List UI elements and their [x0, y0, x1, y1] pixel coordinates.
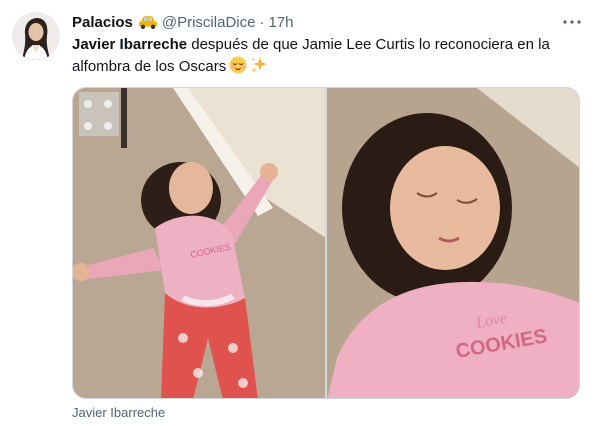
- car-icon: [138, 14, 158, 30]
- tweet-media[interactable]: COOKIES COOKIES Love: [72, 87, 580, 399]
- avatar-image: [12, 12, 60, 60]
- timestamp[interactable]: 17h: [268, 14, 293, 31]
- user-handle[interactable]: @PriscilaDice: [162, 14, 256, 31]
- relieved-face-emoji: [229, 56, 247, 81]
- display-name[interactable]: Palacios: [72, 14, 133, 31]
- media-caption: Javier Ibarreche: [72, 405, 166, 420]
- sparkles-emoji: [250, 56, 268, 81]
- tweet-text: Javier Ibarreche después de que Jamie Le…: [72, 34, 577, 81]
- photo-left[interactable]: COOKIES: [73, 88, 325, 398]
- more-options-button[interactable]: [561, 14, 583, 30]
- photo-girl-lying-on-carpet: COOKIES: [73, 88, 325, 398]
- tweet-header: Palacios @PriscilaDice · 17h: [72, 12, 293, 32]
- avatar[interactable]: [12, 12, 60, 60]
- tweet[interactable]: Palacios @PriscilaDice · 17h Javier Ibar…: [0, 0, 601, 426]
- separator-dot: ·: [259, 13, 265, 31]
- photo-girl-closeup: COOKIES Love: [327, 88, 579, 398]
- photo-right[interactable]: COOKIES Love: [327, 88, 579, 398]
- more-horizontal-icon: [563, 20, 581, 24]
- mentioned-name: Javier Ibarreche: [72, 36, 188, 53]
